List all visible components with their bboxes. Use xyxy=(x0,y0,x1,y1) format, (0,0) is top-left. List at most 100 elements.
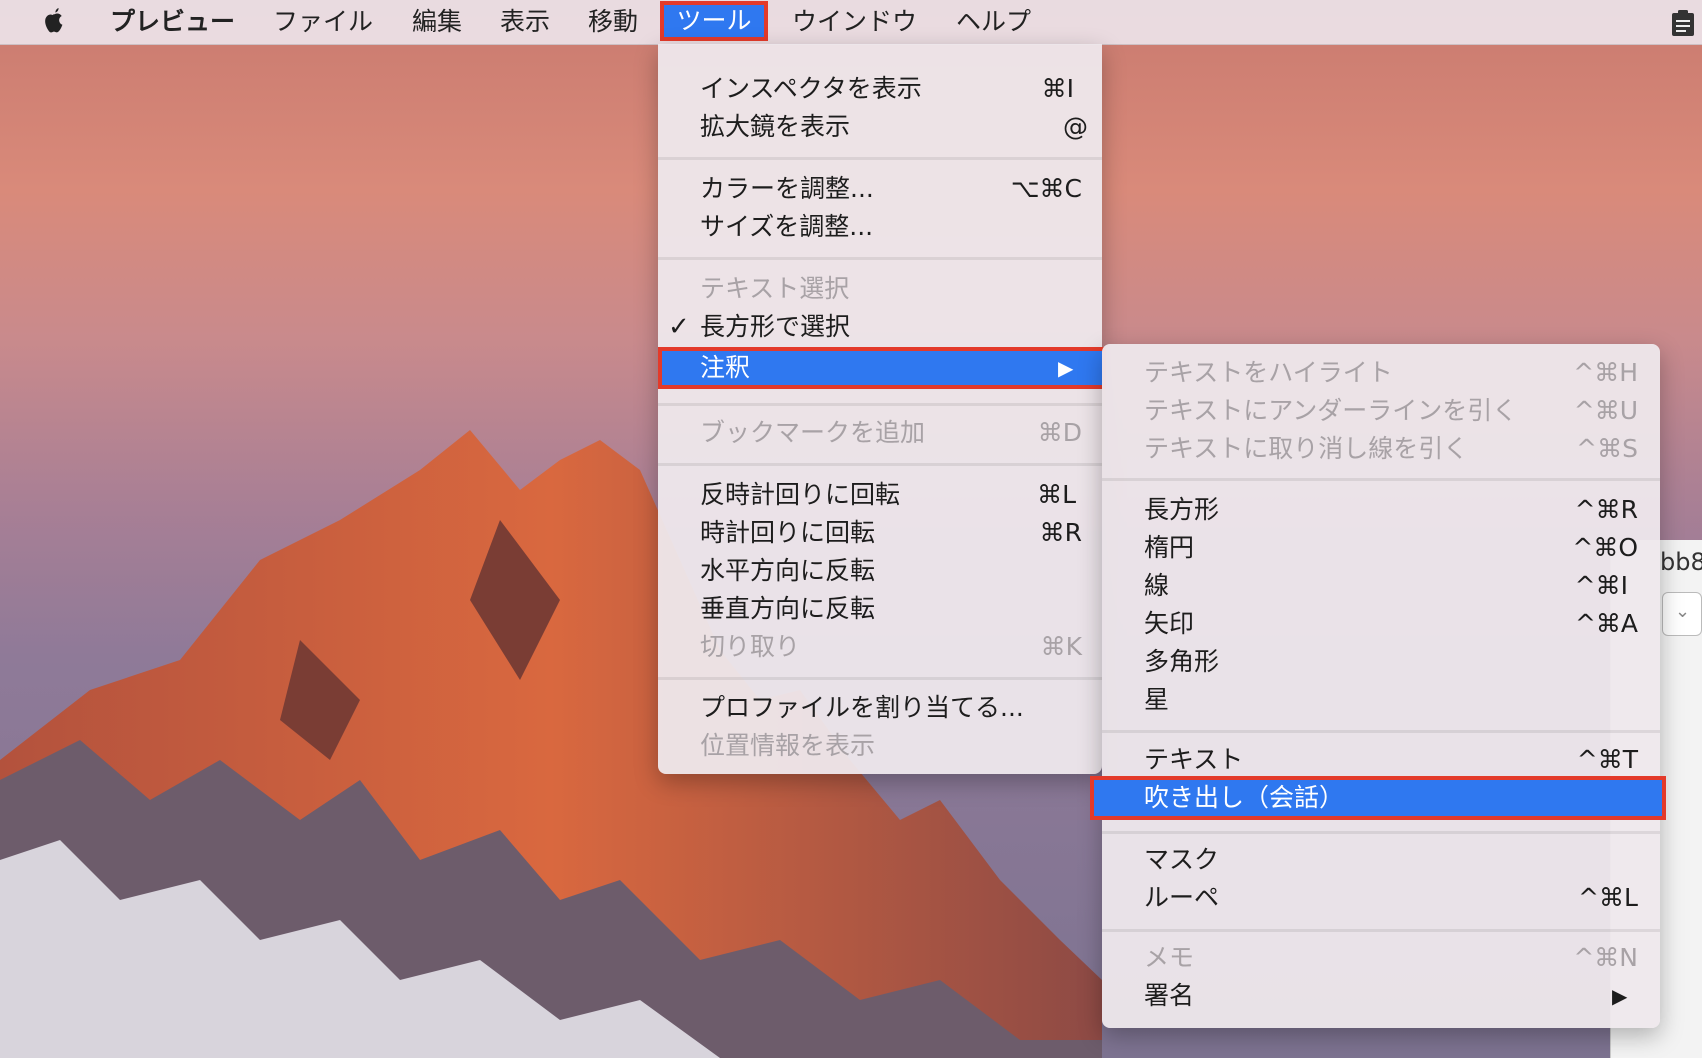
menu-item-add-bookmark: ブックマークを追加 ⌘D xyxy=(658,414,1082,452)
shortcut-label: ^⌘U xyxy=(1573,396,1638,425)
checkmark-icon: ✓ xyxy=(668,312,690,342)
menu-item-star[interactable]: 星 xyxy=(1102,681,1638,719)
submenu-arrow-icon: ▶ xyxy=(1612,984,1628,1008)
menu-item-label: テキスト xyxy=(1144,745,1244,774)
menu-item-label: 長方形で選択 xyxy=(700,312,851,341)
menu-item-label: ルーペ xyxy=(1144,883,1220,912)
menu-item-label: プロファイルを割り当てる... xyxy=(700,693,1024,722)
shortcut-label: ^⌘A xyxy=(1574,609,1638,638)
menu-item-label: テキストにアンダーラインを引く xyxy=(1144,396,1518,425)
menu-separator xyxy=(658,157,1102,160)
menu-item-annotate[interactable]: 注釈 ▶ xyxy=(658,347,1106,389)
menu-separator xyxy=(1102,831,1660,834)
menu-item-label: 拡大鏡を表示 xyxy=(700,112,851,141)
shortcut-label: ^⌘S xyxy=(1576,434,1638,463)
menu-item-label: テキスト選択 xyxy=(700,274,850,303)
menu-item-label: テキストをハイライト xyxy=(1144,358,1393,387)
menu-separator xyxy=(658,677,1102,680)
menu-item-rotate-left[interactable]: 反時計回りに回転 ⌘L xyxy=(658,476,1076,514)
shortcut-label: ^⌘O xyxy=(1572,533,1638,562)
menu-file[interactable]: ファイル xyxy=(273,0,373,44)
menu-help[interactable]: ヘルプ xyxy=(956,0,1031,44)
menu-item-label: 長方形 xyxy=(1144,495,1220,524)
menu-window[interactable]: ウインドウ xyxy=(792,0,917,44)
menu-item-show-magnifier[interactable]: 拡大鏡を表示 @ xyxy=(658,108,1088,146)
menu-item-strikethrough-text: テキストに取り消し線を引く ^⌘S xyxy=(1102,430,1638,468)
shortcut-label: ⌘L xyxy=(1037,480,1076,509)
menu-item-text[interactable]: テキスト ^⌘T xyxy=(1102,741,1638,779)
menu-item-label: ブックマークを追加 xyxy=(700,418,926,447)
shortcut-label: ^⌘H xyxy=(1573,358,1638,387)
menu-app-name[interactable]: プレビュー xyxy=(110,0,235,44)
menu-item-rectangle[interactable]: 長方形 ^⌘R xyxy=(1102,491,1638,529)
menu-item-label: 矢印 xyxy=(1144,609,1195,638)
menu-item-arrow[interactable]: 矢印 ^⌘A xyxy=(1102,605,1638,643)
submenu-arrow-icon: ▶ xyxy=(1058,356,1074,380)
shortcut-label: ⌘D xyxy=(1037,418,1082,447)
menu-item-label: 吹き出し（会話） xyxy=(1144,783,1345,812)
menu-item-crop: 切り取り ⌘K xyxy=(658,628,1082,666)
menu-item-highlight-text: テキストをハイライト ^⌘H xyxy=(1102,354,1638,392)
menu-item-adjust-size[interactable]: サイズを調整... xyxy=(658,208,1082,246)
menu-item-label: テキストに取り消し線を引く xyxy=(1144,434,1469,463)
menu-item-note: メモ ^⌘N xyxy=(1102,939,1638,977)
menu-separator xyxy=(1102,929,1660,932)
shortcut-label: ⌘R xyxy=(1039,518,1082,547)
menu-item-assign-profile[interactable]: プロファイルを割り当てる... xyxy=(658,689,1082,727)
apple-icon[interactable] xyxy=(38,6,68,38)
tools-menu: インスペクタを表示 ⌘I 拡大鏡を表示 @ カラーを調整... ⌥⌘C サイズを… xyxy=(658,44,1106,774)
shortcut-label: ⌘I xyxy=(1041,74,1074,103)
menu-item-flip-vertical[interactable]: 垂直方向に反転 xyxy=(658,590,1082,628)
menu-item-label: 位置情報を表示 xyxy=(700,731,876,760)
menu-item-oval[interactable]: 楕円 ^⌘O xyxy=(1102,529,1638,567)
menu-tools[interactable]: ツール xyxy=(660,1,768,41)
shortcut-label: ⌘K xyxy=(1040,632,1082,661)
menu-item-label: マスク xyxy=(1144,845,1220,874)
menu-separator xyxy=(658,257,1102,260)
menu-edit[interactable]: 編集 xyxy=(412,0,462,44)
background-window-dropdown[interactable]: ⌄ xyxy=(1662,592,1702,636)
menu-item-label: 署名 xyxy=(1144,981,1195,1010)
shortcut-label: ^⌘R xyxy=(1574,495,1638,524)
menu-go[interactable]: 移動 xyxy=(588,0,638,44)
shortcut-label: @ xyxy=(1063,112,1088,141)
menu-item-label: 反時計回りに回転 xyxy=(700,480,901,509)
menu-item-speech-bubble[interactable]: 吹き出し（会話） xyxy=(1090,776,1666,820)
menu-item-label: 水平方向に反転 xyxy=(700,556,876,585)
menu-item-line[interactable]: 線 ^⌘I xyxy=(1102,567,1628,605)
annotate-submenu: テキストをハイライト ^⌘H テキストにアンダーラインを引く ^⌘U テキストに… xyxy=(1090,344,1666,1028)
menu-item-label: 線 xyxy=(1144,571,1170,600)
menu-bar: プレビュー ファイル 編集 表示 移動 ツール ウインドウ ヘルプ xyxy=(0,0,1702,45)
background-window-title: bb8 xyxy=(1660,548,1702,576)
menu-item-text-selection: テキスト選択 xyxy=(658,270,1082,308)
shortcut-label: ^⌘L xyxy=(1578,883,1638,912)
menu-item-mask[interactable]: マスク xyxy=(1102,841,1638,879)
shortcut-label: ^⌘T xyxy=(1576,745,1638,774)
menu-item-label: 垂直方向に反転 xyxy=(700,594,876,623)
shortcut-label: ⌥⌘C xyxy=(1010,174,1082,203)
shortcut-label: ^⌘N xyxy=(1573,943,1638,972)
menu-item-label: 時計回りに回転 xyxy=(700,518,876,547)
menu-tools-label: ツール xyxy=(676,6,752,35)
menu-item-signature[interactable]: 署名 ▶ xyxy=(1102,977,1638,1015)
menu-item-show-inspector[interactable]: インスペクタを表示 ⌘I xyxy=(658,70,1074,108)
menu-item-label: メモ xyxy=(1144,943,1195,972)
menu-item-label: 注釈 xyxy=(700,353,751,382)
menu-view[interactable]: 表示 xyxy=(500,0,550,44)
menu-item-rectangular-selection[interactable]: ✓ 長方形で選択 xyxy=(658,308,1082,346)
menu-item-rotate-right[interactable]: 時計回りに回転 ⌘R xyxy=(658,514,1082,552)
chevron-down-icon: ⌄ xyxy=(1675,601,1691,622)
clipboard-icon[interactable] xyxy=(1670,9,1696,37)
menu-item-show-location: 位置情報を表示 xyxy=(658,727,1082,765)
menu-item-adjust-color[interactable]: カラーを調整... ⌥⌘C xyxy=(658,170,1082,208)
menu-item-label: サイズを調整... xyxy=(700,212,874,241)
menu-separator xyxy=(1102,730,1660,733)
menu-item-label: カラーを調整... xyxy=(700,174,874,203)
menu-item-flip-horizontal[interactable]: 水平方向に反転 xyxy=(658,552,1082,590)
menu-item-polygon[interactable]: 多角形 xyxy=(1102,643,1638,681)
menu-item-label: インスペクタを表示 xyxy=(700,74,922,103)
menu-item-loupe[interactable]: ルーペ ^⌘L xyxy=(1102,879,1638,917)
menu-item-label: 多角形 xyxy=(1144,647,1220,676)
menu-separator xyxy=(658,403,1102,406)
menu-separator xyxy=(658,463,1102,466)
